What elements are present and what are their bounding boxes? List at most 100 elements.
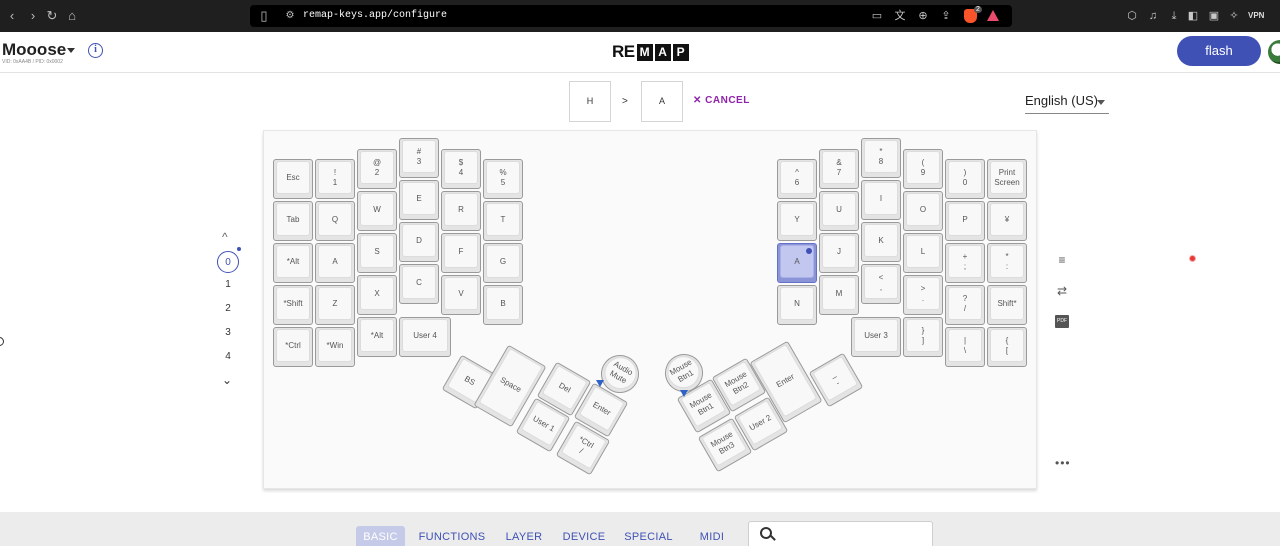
keyboard-key[interactable]: *Alt bbox=[357, 317, 397, 357]
keyboard-key[interactable]: < , bbox=[861, 264, 901, 304]
more-icon[interactable]: ••• bbox=[1055, 456, 1071, 470]
layer-item-1[interactable]: 1 bbox=[217, 274, 239, 296]
keyboard-key[interactable]: | \ bbox=[945, 327, 985, 367]
site-settings-icon[interactable]: ⚙ bbox=[282, 8, 298, 24]
keyboard-key[interactable]: U bbox=[819, 191, 859, 231]
keyboard-key[interactable]: Tab bbox=[273, 201, 313, 241]
keyboard-key[interactable]: > . bbox=[903, 275, 943, 315]
layer-item-2[interactable]: 2 bbox=[217, 298, 239, 320]
keyboard-key[interactable]: I bbox=[861, 180, 901, 220]
leo-icon[interactable]: ✧ bbox=[1227, 9, 1241, 23]
extensions-icon[interactable]: ⬡ bbox=[1125, 9, 1139, 23]
keyboard-key[interactable]: @ 2 bbox=[357, 149, 397, 189]
keyboard-key[interactable]: * 8 bbox=[861, 138, 901, 178]
url-text[interactable]: remap-keys.app/configure bbox=[303, 10, 447, 21]
logo-text: RE bbox=[612, 42, 635, 61]
keyboard-key[interactable]: F bbox=[441, 233, 481, 273]
chevron-down-icon[interactable]: ⌄ bbox=[222, 373, 232, 387]
zoom-icon[interactable]: ⊕ bbox=[916, 9, 930, 23]
keyboard-key[interactable]: R bbox=[441, 191, 481, 231]
keyboard-key[interactable]: % 5 bbox=[483, 159, 523, 199]
search-input[interactable] bbox=[748, 521, 933, 546]
keyboard-key[interactable]: X bbox=[357, 275, 397, 315]
keyboard-key[interactable]: $ 4 bbox=[441, 149, 481, 189]
keyboard-key[interactable]: { [ bbox=[987, 327, 1027, 367]
cancel-button[interactable]: ✕ CANCEL bbox=[693, 95, 750, 106]
keyboard-key[interactable]: E bbox=[399, 180, 439, 220]
tab-basic[interactable]: BASIC bbox=[356, 526, 405, 546]
chevron-down-icon[interactable] bbox=[67, 48, 75, 53]
vpn-label[interactable]: VPN bbox=[1248, 11, 1264, 20]
keyboard-key[interactable]: A bbox=[315, 243, 355, 283]
keyboard-key[interactable]: User 3 bbox=[851, 317, 901, 357]
keyboard-key[interactable]: ? / bbox=[945, 285, 985, 325]
info-icon[interactable]: i bbox=[88, 43, 103, 58]
keyboard-key[interactable]: User 4 bbox=[399, 317, 451, 357]
keyboard-key[interactable]: *Alt bbox=[273, 243, 313, 283]
keyboard-key[interactable]: K bbox=[861, 222, 901, 262]
swap-icon[interactable]: ⇄ bbox=[1055, 284, 1069, 298]
keyboard-key[interactable]: O bbox=[903, 191, 943, 231]
brave-rewards-icon[interactable] bbox=[987, 10, 999, 21]
back-icon[interactable]: ‹ bbox=[4, 8, 20, 24]
keyboard-key[interactable]: Print Screen bbox=[987, 159, 1027, 199]
layer-item-0[interactable]: 0 bbox=[217, 251, 239, 273]
keyboard-key[interactable]: Shift* bbox=[987, 285, 1027, 325]
reload-icon[interactable]: ↻ bbox=[44, 8, 60, 24]
keyboard-key[interactable]: J bbox=[819, 233, 859, 273]
keyboard-key[interactable]: C bbox=[399, 264, 439, 304]
cast-icon[interactable]: ▭ bbox=[870, 9, 884, 23]
keyboard-key[interactable]: *Win bbox=[315, 327, 355, 367]
tab-device[interactable]: DEVICE bbox=[561, 526, 607, 546]
wallet-icon[interactable]: ▣ bbox=[1207, 9, 1221, 23]
keyboard-key[interactable]: W bbox=[357, 191, 397, 231]
forward-icon[interactable]: › bbox=[25, 8, 41, 24]
download-icon[interactable]: ⤓ bbox=[1167, 9, 1181, 23]
keyboard-key[interactable]: B bbox=[483, 285, 523, 325]
keyboard-key[interactable]: D bbox=[399, 222, 439, 262]
keyboard-key[interactable]: ) 0 bbox=[945, 159, 985, 199]
keyboard-key[interactable]: & 7 bbox=[819, 149, 859, 189]
keyboard-key[interactable]: ¥ bbox=[987, 201, 1027, 241]
keyboard-key[interactable]: A bbox=[777, 243, 817, 283]
home-icon[interactable]: ⌂ bbox=[64, 8, 80, 24]
layer-item-4[interactable]: 4 bbox=[217, 346, 239, 368]
layer-item-3[interactable]: 3 bbox=[217, 322, 239, 344]
keyboard-key[interactable]: N bbox=[777, 285, 817, 325]
keyboard-key[interactable]: * : bbox=[987, 243, 1027, 283]
keyboard-name[interactable]: Mooose bbox=[2, 40, 66, 60]
keyboard-key[interactable]: G bbox=[483, 243, 523, 283]
keyboard-key[interactable]: S bbox=[357, 233, 397, 273]
keyboard-key[interactable]: *Ctrl bbox=[273, 327, 313, 367]
keyboard-key[interactable]: M bbox=[819, 275, 859, 315]
pdf-icon[interactable]: PDF bbox=[1055, 315, 1069, 328]
translate-icon[interactable]: 文 bbox=[893, 9, 907, 23]
keyboard-key[interactable]: L bbox=[903, 233, 943, 273]
bookmark-icon[interactable]: ▯ bbox=[256, 8, 272, 24]
keyboard-key[interactable]: # 3 bbox=[399, 138, 439, 178]
tab-special[interactable]: SPECIAL bbox=[623, 526, 674, 546]
chevron-up-icon[interactable]: ^ bbox=[222, 230, 228, 244]
keyboard-key[interactable]: Q bbox=[315, 201, 355, 241]
sidebar-icon[interactable]: ◧ bbox=[1186, 9, 1200, 23]
keyboard-key[interactable]: ^ 6 bbox=[777, 159, 817, 199]
keyboard-key[interactable]: T bbox=[483, 201, 523, 241]
keyboard-key[interactable]: *Shift bbox=[273, 285, 313, 325]
keyboard-key[interactable]: Y bbox=[777, 201, 817, 241]
tab-functions[interactable]: FUNCTIONS bbox=[418, 526, 486, 546]
share-icon[interactable]: ⇪ bbox=[939, 9, 953, 23]
keyboard-key[interactable]: Esc bbox=[273, 159, 313, 199]
tab-midi[interactable]: MIDI bbox=[697, 526, 727, 546]
flash-button[interactable]: flash bbox=[1177, 36, 1261, 66]
keyboard-key[interactable]: V bbox=[441, 275, 481, 315]
music-icon[interactable]: ♫ bbox=[1146, 9, 1160, 23]
keyboard-key[interactable]: } ] bbox=[903, 317, 943, 357]
menu-icon[interactable]: ≡ bbox=[1055, 253, 1069, 267]
keyboard-key[interactable]: ! 1 bbox=[315, 159, 355, 199]
keyboard-key[interactable]: + ; bbox=[945, 243, 985, 283]
chevron-down-icon[interactable] bbox=[1097, 100, 1105, 105]
keyboard-key[interactable]: P bbox=[945, 201, 985, 241]
keyboard-key[interactable]: Z bbox=[315, 285, 355, 325]
tab-layer[interactable]: LAYER bbox=[503, 526, 545, 546]
keyboard-key[interactable]: ( 9 bbox=[903, 149, 943, 189]
